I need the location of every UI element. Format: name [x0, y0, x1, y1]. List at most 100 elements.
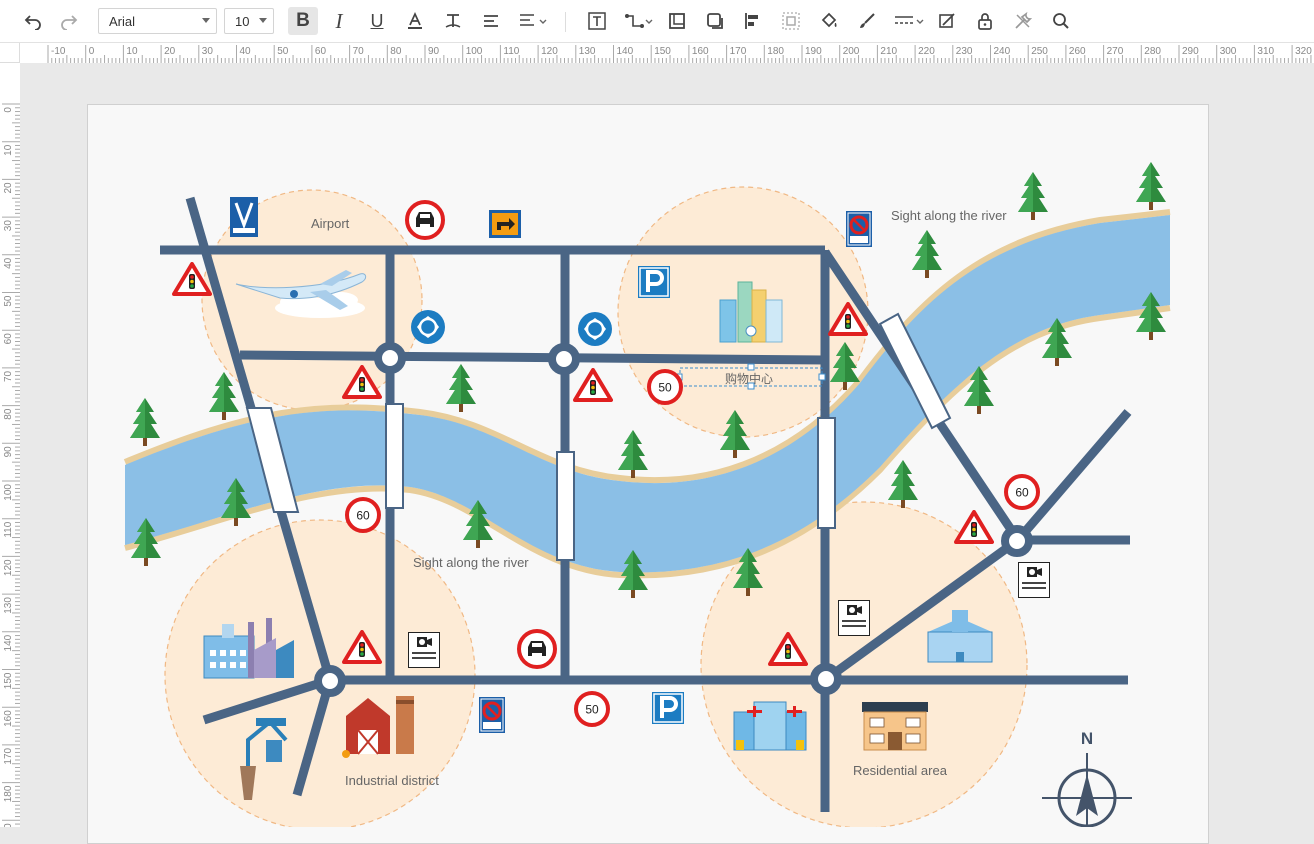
canvas-area[interactable] — [20, 63, 1314, 844]
ruler-tick-label: 140 — [3, 634, 14, 651]
redo-button[interactable] — [56, 7, 82, 35]
line-style-icon — [895, 16, 924, 24]
font-size-value: 10 — [235, 13, 250, 29]
ruler-tick-label: 50 — [277, 46, 289, 57]
ruler-tick-label: 150 — [3, 672, 14, 689]
edit-shape-button[interactable] — [934, 7, 960, 35]
ruler-tick-label: 260 — [1069, 46, 1086, 57]
ruler-tick-label: 10 — [126, 46, 138, 57]
ruler-tick-label: 270 — [1107, 46, 1124, 57]
ruler-tick-label: 280 — [1144, 46, 1161, 57]
line-style-button[interactable] — [892, 7, 926, 35]
square-icon — [669, 13, 685, 29]
redo-icon — [61, 15, 78, 30]
ruler-tick-label: 100 — [466, 46, 483, 57]
ruler-tick-label: 70 — [3, 370, 14, 382]
ruler-tick-label: 310 — [1257, 46, 1274, 57]
shape-outline-button[interactable] — [664, 7, 690, 35]
ruler-tick-label: 210 — [880, 46, 897, 57]
align-button[interactable] — [478, 7, 504, 35]
align-left-icon — [484, 15, 498, 27]
lock-icon — [978, 13, 992, 30]
ruler-tick-label: 250 — [1031, 46, 1048, 57]
ruler-tick-label: 90 — [3, 446, 14, 458]
ruler-tick-label: 160 — [3, 710, 14, 727]
ruler-tick-label: 170 — [730, 46, 747, 57]
font-size-select[interactable]: 10 — [224, 8, 274, 34]
ruler-tick-label: 80 — [390, 46, 402, 57]
ruler-tick-label: 70 — [353, 46, 365, 57]
group-button[interactable] — [778, 7, 804, 35]
text-box-icon — [588, 12, 606, 30]
line-spacing-button[interactable] — [516, 7, 550, 35]
group-icon — [782, 12, 800, 30]
ruler-tick-label: 180 — [3, 785, 14, 802]
font-family-value: Arial — [109, 13, 136, 29]
bold-icon: B — [296, 10, 310, 31]
ruler-tick-label: 60 — [3, 333, 14, 345]
ruler-tick-label: 100 — [3, 484, 14, 501]
ruler-tick-label: 0 — [3, 107, 14, 113]
ruler-tick-label: 40 — [3, 257, 14, 269]
align-objects-icon — [745, 13, 758, 29]
font-color-icon — [408, 11, 422, 29]
ruler-corner — [0, 43, 20, 63]
vertical-ruler-scale: 0 10 20 30 40 50 60 70 80 90 100 110 120 130 140 150 160… — [2, 103, 20, 827]
toolbar-divider — [565, 12, 566, 32]
ruler-tick-label: -10 — [51, 46, 66, 57]
diagram-page[interactable] — [87, 104, 1209, 844]
ruler-tick-label: 90 — [428, 46, 440, 57]
ruler-tick-label: 230 — [956, 46, 973, 57]
ruler-tick-label: 130 — [579, 46, 596, 57]
ruler-tick-label: 20 — [3, 182, 14, 194]
brush-icon — [860, 13, 875, 28]
text-style-button[interactable] — [440, 7, 466, 35]
ruler-tick-label: 80 — [3, 408, 14, 420]
ruler-tick-label: 140 — [617, 46, 634, 57]
shadow-button[interactable] — [702, 7, 728, 35]
underline-button[interactable]: U — [364, 7, 390, 35]
text-format-icon — [445, 14, 461, 28]
vertical-ruler[interactable]: 0 10 20 30 40 50 60 70 80 90 100 110 120 130 140 150 160… — [0, 63, 21, 827]
ruler-tick-label: 30 — [3, 220, 14, 232]
font-family-select[interactable]: Arial — [98, 8, 217, 34]
undo-button[interactable] — [20, 7, 46, 35]
ruler-tick-label: 220 — [918, 46, 935, 57]
ruler-tick-label: 130 — [3, 597, 14, 614]
connector-button[interactable] — [622, 7, 654, 35]
chevron-down-icon — [259, 18, 267, 23]
text-box-button[interactable] — [584, 7, 610, 35]
chevron-down-icon — [202, 18, 210, 23]
line-color-button[interactable] — [854, 7, 880, 35]
bold-button[interactable]: B — [288, 7, 318, 35]
ruler-tick-label: 60 — [315, 46, 327, 57]
ruler-tick-label: 50 — [3, 295, 14, 307]
ruler-tick-label: 10 — [3, 144, 14, 156]
edit-icon — [939, 13, 955, 28]
ruler-tick-label: 240 — [994, 46, 1011, 57]
fill-button[interactable] — [816, 7, 842, 35]
shadow-icon — [707, 13, 723, 29]
ruler-tick-label: 110 — [3, 521, 14, 537]
ruler-tick-label: 190 — [805, 46, 822, 57]
ruler-tick-label: 0 — [89, 46, 95, 57]
ruler-tick-label: 120 — [3, 559, 14, 576]
italic-button[interactable]: I — [326, 7, 352, 35]
ruler-tick-label: 160 — [692, 46, 709, 57]
paint-bucket-icon — [821, 12, 837, 28]
ruler-tick-label: 320 — [1295, 46, 1312, 57]
align-objects-button[interactable] — [740, 7, 766, 35]
undo-icon — [24, 15, 41, 30]
horizontal-ruler[interactable]: -10 0 10 20 30 40 50 60 70 80 90 100 110 120 130 140 150… — [20, 43, 1314, 64]
search-icon — [1053, 13, 1069, 29]
lock-button[interactable] — [972, 7, 998, 35]
connector-icon — [625, 14, 653, 28]
ruler-tick-label: 30 — [202, 46, 214, 57]
ruler-tick-label: 120 — [541, 46, 558, 57]
line-spacing-icon — [520, 14, 547, 26]
search-button[interactable] — [1048, 7, 1074, 35]
font-color-button[interactable] — [402, 7, 428, 35]
tools-button[interactable] — [1010, 7, 1036, 35]
ruler-tick-label: 150 — [654, 46, 671, 57]
italic-icon: I — [335, 8, 343, 33]
